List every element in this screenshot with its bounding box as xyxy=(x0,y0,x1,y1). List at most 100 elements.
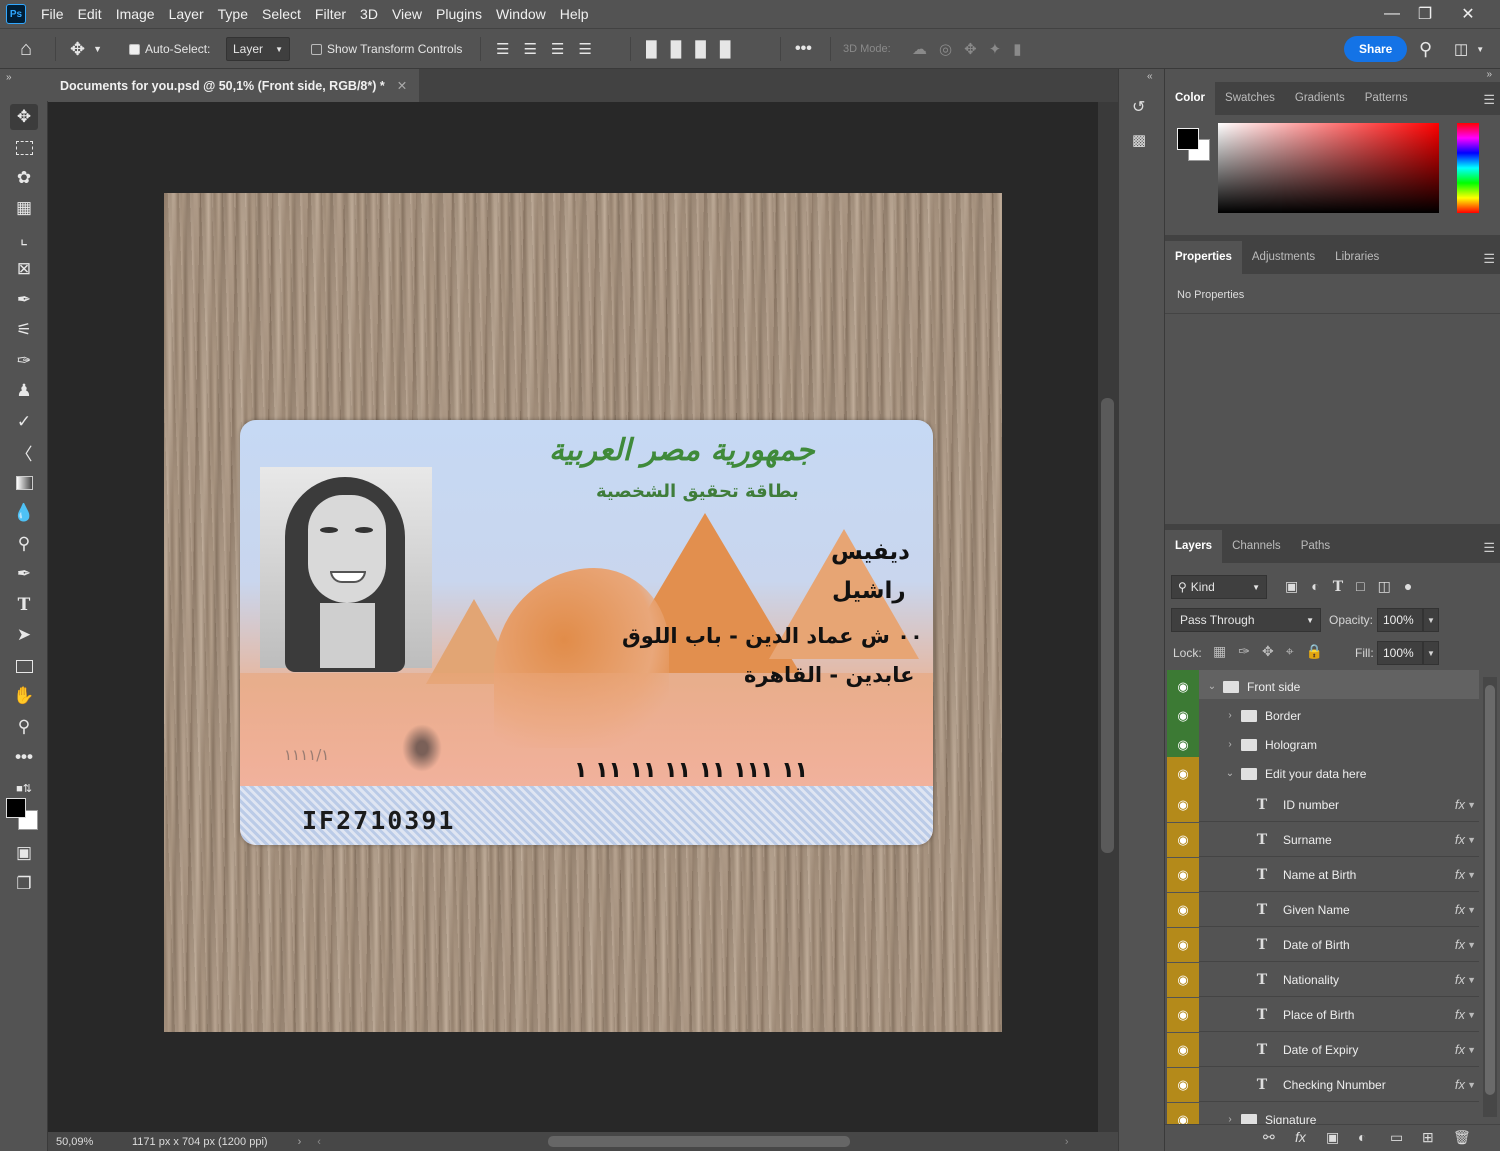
eyedropper-tool-icon[interactable]: ✒ xyxy=(10,287,38,313)
visibility-eye-icon[interactable]: ◉ xyxy=(1167,997,1199,1032)
add-mask-icon[interactable]: ▣ xyxy=(1326,1129,1339,1146)
rectangle-tool-icon[interactable] xyxy=(10,653,38,679)
menu-3d[interactable]: 3D xyxy=(353,0,385,28)
quick-mask-icon[interactable]: ▣ xyxy=(10,840,38,866)
filter-smart-object-icon[interactable]: ◫ xyxy=(1378,578,1404,594)
layers-scrollbar-thumb[interactable] xyxy=(1485,685,1495,1095)
toolbar-collapse-icon[interactable]: » xyxy=(0,69,48,101)
layer-row-nationality[interactable]: ◉ T Nationality fx ▼ xyxy=(1167,962,1479,997)
home-icon[interactable]: ⌂ xyxy=(20,29,32,69)
opacity-input[interactable]: 100% xyxy=(1377,608,1423,632)
restore-icon[interactable]: ❐ xyxy=(1410,0,1440,28)
collapsed-chevron-icon[interactable]: › xyxy=(1223,710,1237,721)
tab-layers[interactable]: Layers xyxy=(1165,530,1223,563)
zoom-tool-icon[interactable]: ⚲ xyxy=(10,714,38,740)
filter-toggle-icon[interactable]: ● xyxy=(1404,578,1425,594)
edit-toolbar-icon[interactable]: ••• xyxy=(10,744,38,770)
fx-icon[interactable]: fx xyxy=(1455,797,1465,812)
layer-row-checking-number[interactable]: ◉ T Checking Nnumber fx ▼ xyxy=(1167,1067,1479,1102)
comments-panel-icon[interactable]: ▩ xyxy=(1132,131,1146,149)
tab-adjustments[interactable]: Adjustments xyxy=(1242,241,1325,274)
align-bottom-icon[interactable]: █ xyxy=(695,41,720,58)
fx-icon[interactable]: fx xyxy=(1455,1007,1465,1022)
align-center-icon[interactable]: ☰ xyxy=(523,40,550,58)
path-selection-tool-icon[interactable]: ➤ xyxy=(10,622,38,648)
gradient-tool-icon[interactable] xyxy=(10,470,38,496)
distribute-vertical-icon[interactable]: █ xyxy=(720,41,745,58)
lock-transparent-icon[interactable]: ▦ xyxy=(1213,643,1238,659)
color-field[interactable] xyxy=(1218,123,1439,213)
collapse-panels-icon[interactable]: « xyxy=(1147,71,1153,82)
chevron-down-icon[interactable]: ▼ xyxy=(1467,1010,1476,1020)
panel-menu-icon[interactable]: ☰ xyxy=(1483,251,1495,267)
blur-tool-icon[interactable]: 💧 xyxy=(10,500,38,526)
lock-position-icon[interactable]: ✥ xyxy=(1262,643,1286,659)
chevron-down-icon[interactable]: ▼ xyxy=(1467,905,1476,915)
visibility-eye-icon[interactable]: ◉ xyxy=(1167,857,1199,892)
chevron-down-icon[interactable]: ▼ xyxy=(1467,800,1476,810)
filter-type-icon[interactable]: T xyxy=(1333,579,1356,595)
align-top-icon[interactable]: █ xyxy=(646,41,671,58)
crop-tool-icon[interactable]: ⌞ xyxy=(10,226,38,252)
layer-row-signature[interactable]: ◉ › Signature xyxy=(1167,1102,1479,1124)
scroll-left-icon[interactable]: ‹ xyxy=(317,1136,321,1148)
lock-all-icon[interactable]: 🔒 xyxy=(1306,643,1335,659)
chevron-down-icon[interactable]: ▼ xyxy=(1467,1080,1476,1090)
layer-row-given-name[interactable]: ◉ T Given Name fx ▼ xyxy=(1167,892,1479,927)
menu-select[interactable]: Select xyxy=(255,0,308,28)
eraser-tool-icon[interactable]: 〈 xyxy=(10,439,38,465)
menu-image[interactable]: Image xyxy=(109,0,162,28)
blend-mode-dropdown[interactable]: Pass Through ▼ xyxy=(1171,608,1321,632)
tab-color[interactable]: Color xyxy=(1165,82,1216,115)
fx-icon[interactable]: fx xyxy=(1455,832,1465,847)
object-selection-tool-icon[interactable]: ▦ xyxy=(10,195,38,221)
chevron-down-icon[interactable]: ▼ xyxy=(1467,975,1476,985)
visibility-eye-icon[interactable]: ◉ xyxy=(1167,927,1199,962)
history-panel-icon[interactable]: ↺ xyxy=(1132,97,1145,117)
visibility-eye-icon[interactable]: ◉ xyxy=(1167,1032,1199,1067)
fx-icon[interactable]: fx xyxy=(1455,937,1465,952)
auto-select-target-dropdown[interactable]: Layer ▼ xyxy=(226,37,290,61)
camera-3d-icon[interactable]: ▮ xyxy=(1013,40,1033,58)
collapsed-chevron-icon[interactable]: › xyxy=(1223,1114,1237,1124)
chevron-down-icon[interactable]: ▼ xyxy=(1467,940,1476,950)
menu-plugins[interactable]: Plugins xyxy=(429,0,489,28)
tab-patterns[interactable]: Patterns xyxy=(1355,82,1418,115)
menu-layer[interactable]: Layer xyxy=(162,0,211,28)
link-layers-icon[interactable]: ⚯ xyxy=(1263,1129,1275,1146)
roll-3d-icon[interactable]: ◎ xyxy=(939,40,964,58)
fx-icon[interactable]: fx xyxy=(1455,972,1465,987)
fx-icon[interactable]: fx xyxy=(1455,1042,1465,1057)
move-tool-icon[interactable]: ✥ xyxy=(10,104,38,130)
filter-adjustment-icon[interactable]: ◐ xyxy=(1311,578,1332,594)
new-group-icon[interactable]: ▭ xyxy=(1390,1129,1403,1146)
lock-artboard-icon[interactable]: ⌖ xyxy=(1286,643,1306,659)
marquee-tool-icon[interactable] xyxy=(10,135,38,161)
document-canvas[interactable]: جمهورية مصر العربية بطاقة تحقيق الشخصية … xyxy=(164,193,1002,1032)
history-brush-tool-icon[interactable]: ✓ xyxy=(10,409,38,435)
tab-swatches[interactable]: Swatches xyxy=(1215,82,1285,115)
opacity-chevron-icon[interactable]: ▼ xyxy=(1423,608,1439,632)
color-foreground-swatch[interactable] xyxy=(1177,128,1199,150)
visibility-eye-icon[interactable]: ◉ xyxy=(1167,822,1199,857)
distribute-icon[interactable]: ☰ xyxy=(578,40,605,58)
minimize-icon[interactable]: — xyxy=(1377,0,1407,28)
tab-properties[interactable]: Properties xyxy=(1165,241,1242,274)
menu-filter[interactable]: Filter xyxy=(308,0,353,28)
drag-3d-icon[interactable]: ✥ xyxy=(964,40,989,58)
screen-mode-icon[interactable]: ❐ xyxy=(10,871,38,897)
vertical-scrollbar-thumb[interactable] xyxy=(1101,398,1114,853)
align-middle-icon[interactable]: █ xyxy=(671,41,696,58)
healing-brush-tool-icon[interactable]: ⚟ xyxy=(10,317,38,343)
delete-layer-icon[interactable]: 🗑 xyxy=(1453,1129,1471,1146)
expand-chevron-icon[interactable]: ⌄ xyxy=(1205,681,1219,692)
menu-type[interactable]: Type xyxy=(211,0,255,28)
horizontal-scrollbar-thumb[interactable] xyxy=(548,1136,850,1147)
chevron-down-icon[interactable]: ▼ xyxy=(1467,1045,1476,1055)
filter-kind-dropdown[interactable]: ⚲ Kind ▼ xyxy=(1171,575,1267,599)
chevron-down-icon[interactable]: ▼ xyxy=(1467,870,1476,880)
layer-row-edit-your-data[interactable]: ◉ ⌄ Edit your data here xyxy=(1167,756,1479,791)
fx-icon[interactable]: fx xyxy=(1455,902,1465,917)
stamp-tool-icon[interactable]: ♟ xyxy=(10,378,38,404)
hand-tool-icon[interactable]: ✋ xyxy=(10,683,38,709)
